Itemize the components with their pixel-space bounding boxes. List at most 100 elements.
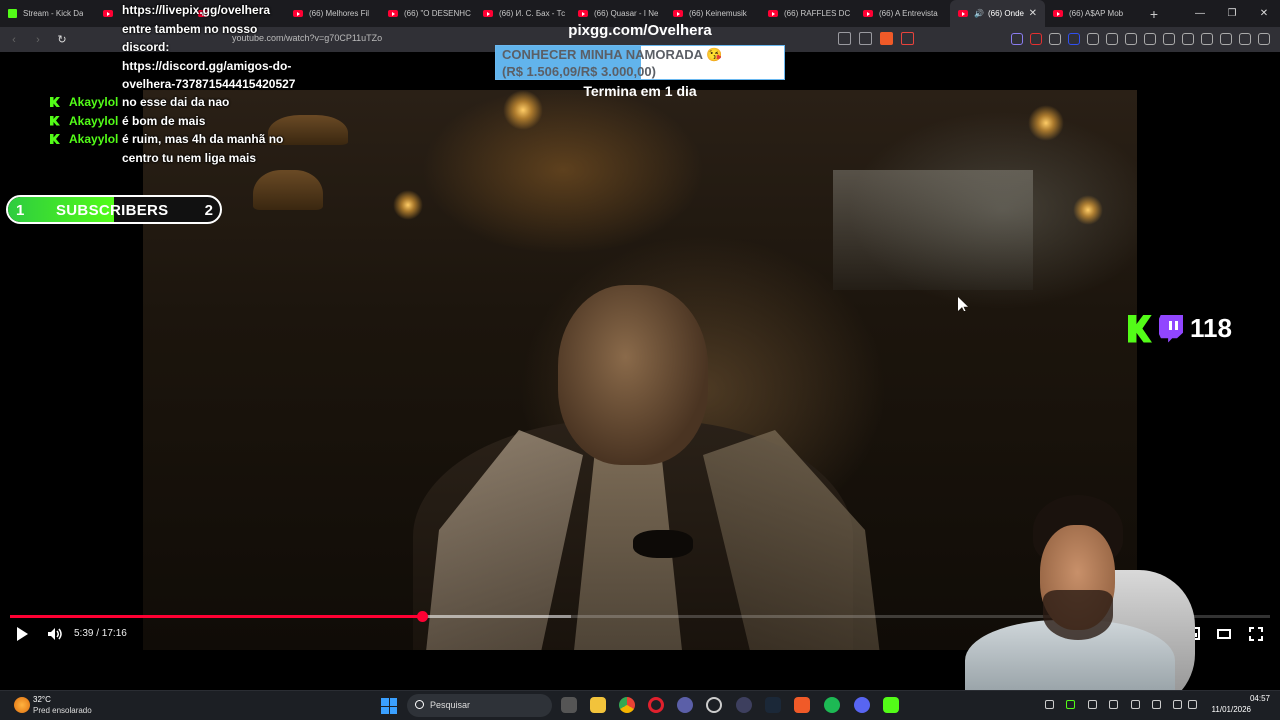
weather-sun-icon[interactable] <box>14 697 30 713</box>
screenshot-icon[interactable] <box>1125 33 1137 45</box>
play-button[interactable] <box>17 627 28 641</box>
fullscreen-button[interactable] <box>1249 627 1263 641</box>
windows-taskbar: 32°C Pred ensolarado Pesquisar 04:57 11/… <box>0 690 1280 720</box>
kick-favicon-icon <box>8 9 17 18</box>
kick-logo-icon <box>1128 314 1152 343</box>
subscriber-goal-target: 2 <box>204 202 213 219</box>
cast-icon[interactable] <box>838 32 851 45</box>
discord-icon[interactable] <box>854 697 870 713</box>
back-icon[interactable]: ‹ <box>4 34 24 46</box>
extensions-puzzle-icon[interactable] <box>1106 33 1118 45</box>
progress-scrubber[interactable] <box>417 611 429 622</box>
youtube-favicon-icon <box>103 10 113 17</box>
extension-icon[interactable] <box>1030 33 1042 45</box>
browser-tab[interactable]: (66) RAFFLES DC <box>760 0 855 27</box>
volume-icon[interactable] <box>47 626 63 642</box>
chat-username-text: Akayylol <box>69 132 119 146</box>
tray-app-icon[interactable] <box>1066 700 1075 709</box>
streamer-beard <box>1043 590 1113 640</box>
video-time: 5:39 / 17:16 <box>74 628 127 639</box>
subscriber-goal-start: 1 <box>16 202 25 219</box>
clock-time[interactable]: 04:57 <box>1220 694 1270 703</box>
extension-icon[interactable] <box>1049 33 1061 45</box>
browser-tab[interactable]: Stream - Kick Da <box>0 0 95 27</box>
bluetooth-icon[interactable] <box>1131 700 1140 709</box>
start-button[interactable] <box>381 698 397 714</box>
menu-icon[interactable] <box>1258 33 1270 45</box>
speaker-icon[interactable] <box>1188 700 1197 709</box>
app-icon[interactable] <box>706 697 722 713</box>
music-icon[interactable] <box>1144 33 1156 45</box>
spotify-icon[interactable] <box>824 697 840 713</box>
browser-tab-label: (66) RAFFLES DC <box>784 9 851 18</box>
fullscreen-corner <box>1249 627 1254 632</box>
weather-temperature[interactable]: 32°C <box>33 695 51 704</box>
opera-icon[interactable] <box>648 697 664 713</box>
brave-rewards-icon[interactable] <box>901 32 914 45</box>
network-icon[interactable] <box>1173 700 1182 709</box>
viewer-counter: 118 <box>1128 313 1232 344</box>
wallet-icon[interactable] <box>1182 33 1194 45</box>
brave-icon[interactable] <box>794 697 810 713</box>
chat-message: Akayylol é ruim, mas 4h da manhã no centr… <box>50 130 310 167</box>
forward-icon[interactable]: › <box>28 34 48 46</box>
extension-icon[interactable] <box>1011 33 1023 45</box>
weather-description[interactable]: Pred ensolarado <box>33 706 92 715</box>
app-icon[interactable] <box>677 697 693 713</box>
kick-app-icon[interactable] <box>883 697 899 713</box>
chat-username: Akayylol <box>50 93 122 112</box>
lamp-light <box>393 190 423 220</box>
browser-tab[interactable]: (66) A$AP Mob <box>1045 0 1140 27</box>
file-explorer-icon[interactable] <box>590 697 606 713</box>
brave-shield-icon[interactable] <box>880 32 893 45</box>
pix-goal-amount: (R$ 1.506,09/R$ 3.000,00) <box>502 64 656 79</box>
fullscreen-corner <box>1249 636 1254 641</box>
browser-tab-label: (66) Quasar - I Ne <box>594 9 659 18</box>
browser-tab-label: (66) Keinemusik <box>689 9 747 18</box>
close-window-icon[interactable]: ✕ <box>1248 8 1280 19</box>
share-icon[interactable] <box>859 32 872 45</box>
chat-message-text: no esse dai da nao <box>122 95 230 109</box>
steam-icon[interactable] <box>765 697 781 713</box>
taskbar-search[interactable]: Pesquisar <box>407 694 552 717</box>
browser-tab[interactable]: (66) "O DESENHC <box>380 0 475 27</box>
person-head <box>558 285 708 465</box>
youtube-favicon-icon <box>673 10 683 17</box>
pix-goal-deadline: Termina em 1 dia <box>583 83 697 99</box>
reload-icon[interactable]: ↻ <box>52 33 72 46</box>
restore-icon[interactable]: ❐ <box>1216 8 1248 19</box>
browser-tab[interactable]: (66) A Entrevista <box>855 0 950 27</box>
browser-tab[interactable]: 🔊 (66) Onde ✕ <box>950 0 1045 27</box>
tray-app-icon[interactable] <box>1045 700 1054 709</box>
streamer-webcam <box>955 495 1225 690</box>
new-tab-button[interactable]: + <box>1144 6 1164 22</box>
sidebar-icon[interactable] <box>1163 33 1175 45</box>
microphone-icon[interactable] <box>1152 700 1161 709</box>
youtube-favicon-icon <box>1053 10 1063 17</box>
minimize-icon[interactable]: — <box>1184 8 1216 19</box>
clock-date[interactable]: 11/01/2026 <box>1200 705 1251 714</box>
pix-goal-title: pixgg.com/Ovelhera <box>568 22 712 39</box>
shield-icon[interactable] <box>1239 33 1251 45</box>
screen: Stream - Kick Da (66) Melhores Fil (66) "O… <box>0 0 1280 720</box>
app-icon[interactable] <box>736 697 752 713</box>
tray-app-icon[interactable] <box>1109 700 1118 709</box>
chat-message-text: é bom de mais <box>122 113 206 128</box>
lamp-light <box>1028 105 1064 141</box>
vpn-icon[interactable] <box>1201 33 1213 45</box>
extension-icon[interactable] <box>1087 33 1099 45</box>
chrome-icon[interactable] <box>619 697 635 713</box>
windows-logo-tile <box>389 706 397 714</box>
task-view-icon[interactable] <box>561 697 577 713</box>
windows-logo-tile <box>389 698 397 706</box>
chat-username: Akayylol <box>50 112 122 131</box>
leo-ai-icon[interactable] <box>1220 33 1232 45</box>
tab-audio-icon[interactable]: 🔊 <box>974 9 984 18</box>
tray-chevron-icon[interactable] <box>1023 700 1032 709</box>
tab-close-icon[interactable]: ✕ <box>1029 8 1037 19</box>
kick-badge-icon <box>50 134 60 144</box>
extension-icon[interactable] <box>1068 33 1080 45</box>
kick-badge-icon <box>50 97 60 107</box>
tray-app-icon[interactable] <box>1088 700 1097 709</box>
progress-played <box>10 615 423 618</box>
